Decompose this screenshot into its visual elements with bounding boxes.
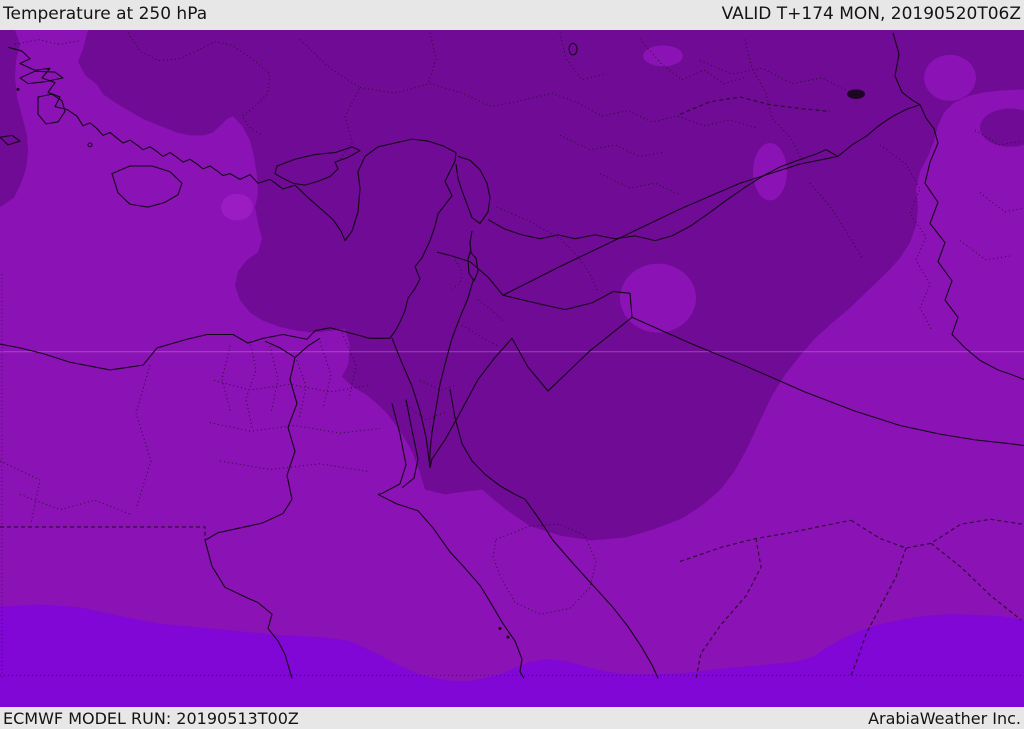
weather-map bbox=[0, 30, 1024, 707]
map-title: Temperature at 250 hPa bbox=[3, 4, 208, 24]
temp-patch-medium-1 bbox=[643, 45, 683, 67]
credit-label: ArabiaWeather Inc. bbox=[868, 708, 1021, 728]
valid-time-label: VALID T+174 MON, 20190520T06Z bbox=[721, 4, 1021, 24]
temp-patch-medium-4 bbox=[620, 263, 696, 333]
footer-bar: ECMWF MODEL RUN: 20190513T00Z ArabiaWeat… bbox=[0, 707, 1024, 729]
temp-patch-medium-2 bbox=[924, 54, 976, 101]
header-bar: Temperature at 250 hPa VALID T+174 MON, … bbox=[0, 0, 1024, 30]
map-canvas bbox=[0, 30, 1024, 707]
temp-patch-light bbox=[221, 193, 253, 221]
model-run-label: ECMWF MODEL RUN: 20190513T00Z bbox=[3, 708, 299, 728]
